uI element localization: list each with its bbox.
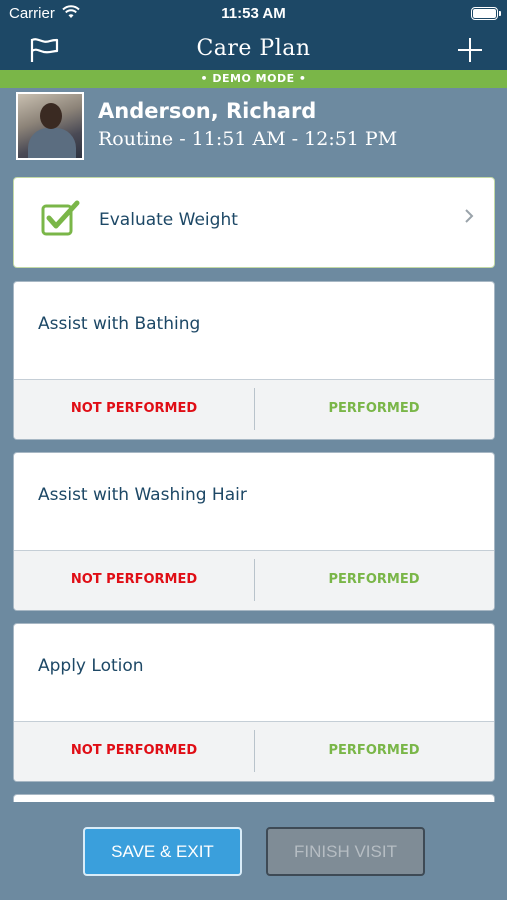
status-time: 11:53 AM xyxy=(221,5,286,22)
task-card: Assist with Bathing NOT PERFORMED PERFOR… xyxy=(13,281,495,440)
demo-mode-banner: • DEMO MODE • xyxy=(0,70,507,88)
plus-icon[interactable] xyxy=(458,38,482,62)
not-performed-button[interactable]: NOT PERFORMED xyxy=(14,380,254,439)
footer-bar: SAVE & EXIT FINISH VISIT xyxy=(0,802,507,900)
task-title: Apply Lotion xyxy=(38,656,144,676)
task-title: Assist with Washing Hair xyxy=(38,485,247,505)
nav-bar: Care Plan xyxy=(0,28,507,70)
avatar xyxy=(16,92,84,160)
task-card: Assist with Washing Hair NOT PERFORMED P… xyxy=(13,452,495,611)
patient-header: Anderson, Richard Routine - 11:51 AM - 1… xyxy=(0,88,507,170)
status-bar: Carrier 11:53 AM xyxy=(0,0,507,28)
save-exit-button[interactable]: SAVE & EXIT xyxy=(83,827,242,876)
not-performed-button[interactable]: NOT PERFORMED xyxy=(14,722,254,781)
performed-button[interactable]: PERFORMED xyxy=(254,380,494,439)
task-card: Apply Lotion NOT PERFORMED PERFORMED xyxy=(13,623,495,782)
battery-icon xyxy=(471,7,501,20)
visit-info: Routine - 11:51 AM - 12:51 PM xyxy=(98,128,398,150)
task-actions: NOT PERFORMED PERFORMED xyxy=(14,550,494,610)
checkbox-checked-icon xyxy=(41,200,80,236)
task-card-completed[interactable]: Evaluate Weight xyxy=(13,177,495,268)
page-title: Care Plan xyxy=(196,36,311,61)
performed-button[interactable]: PERFORMED xyxy=(254,722,494,781)
chevron-right-icon xyxy=(465,209,474,223)
task-title: Assist with Bathing xyxy=(38,314,201,334)
task-actions: NOT PERFORMED PERFORMED xyxy=(14,379,494,439)
performed-button[interactable]: PERFORMED xyxy=(254,551,494,610)
patient-name: Anderson, Richard xyxy=(98,99,317,123)
not-performed-button[interactable]: NOT PERFORMED xyxy=(14,551,254,610)
finish-visit-button[interactable]: FINISH VISIT xyxy=(266,827,425,876)
task-title: Evaluate Weight xyxy=(99,210,238,230)
task-actions: NOT PERFORMED PERFORMED xyxy=(14,721,494,781)
